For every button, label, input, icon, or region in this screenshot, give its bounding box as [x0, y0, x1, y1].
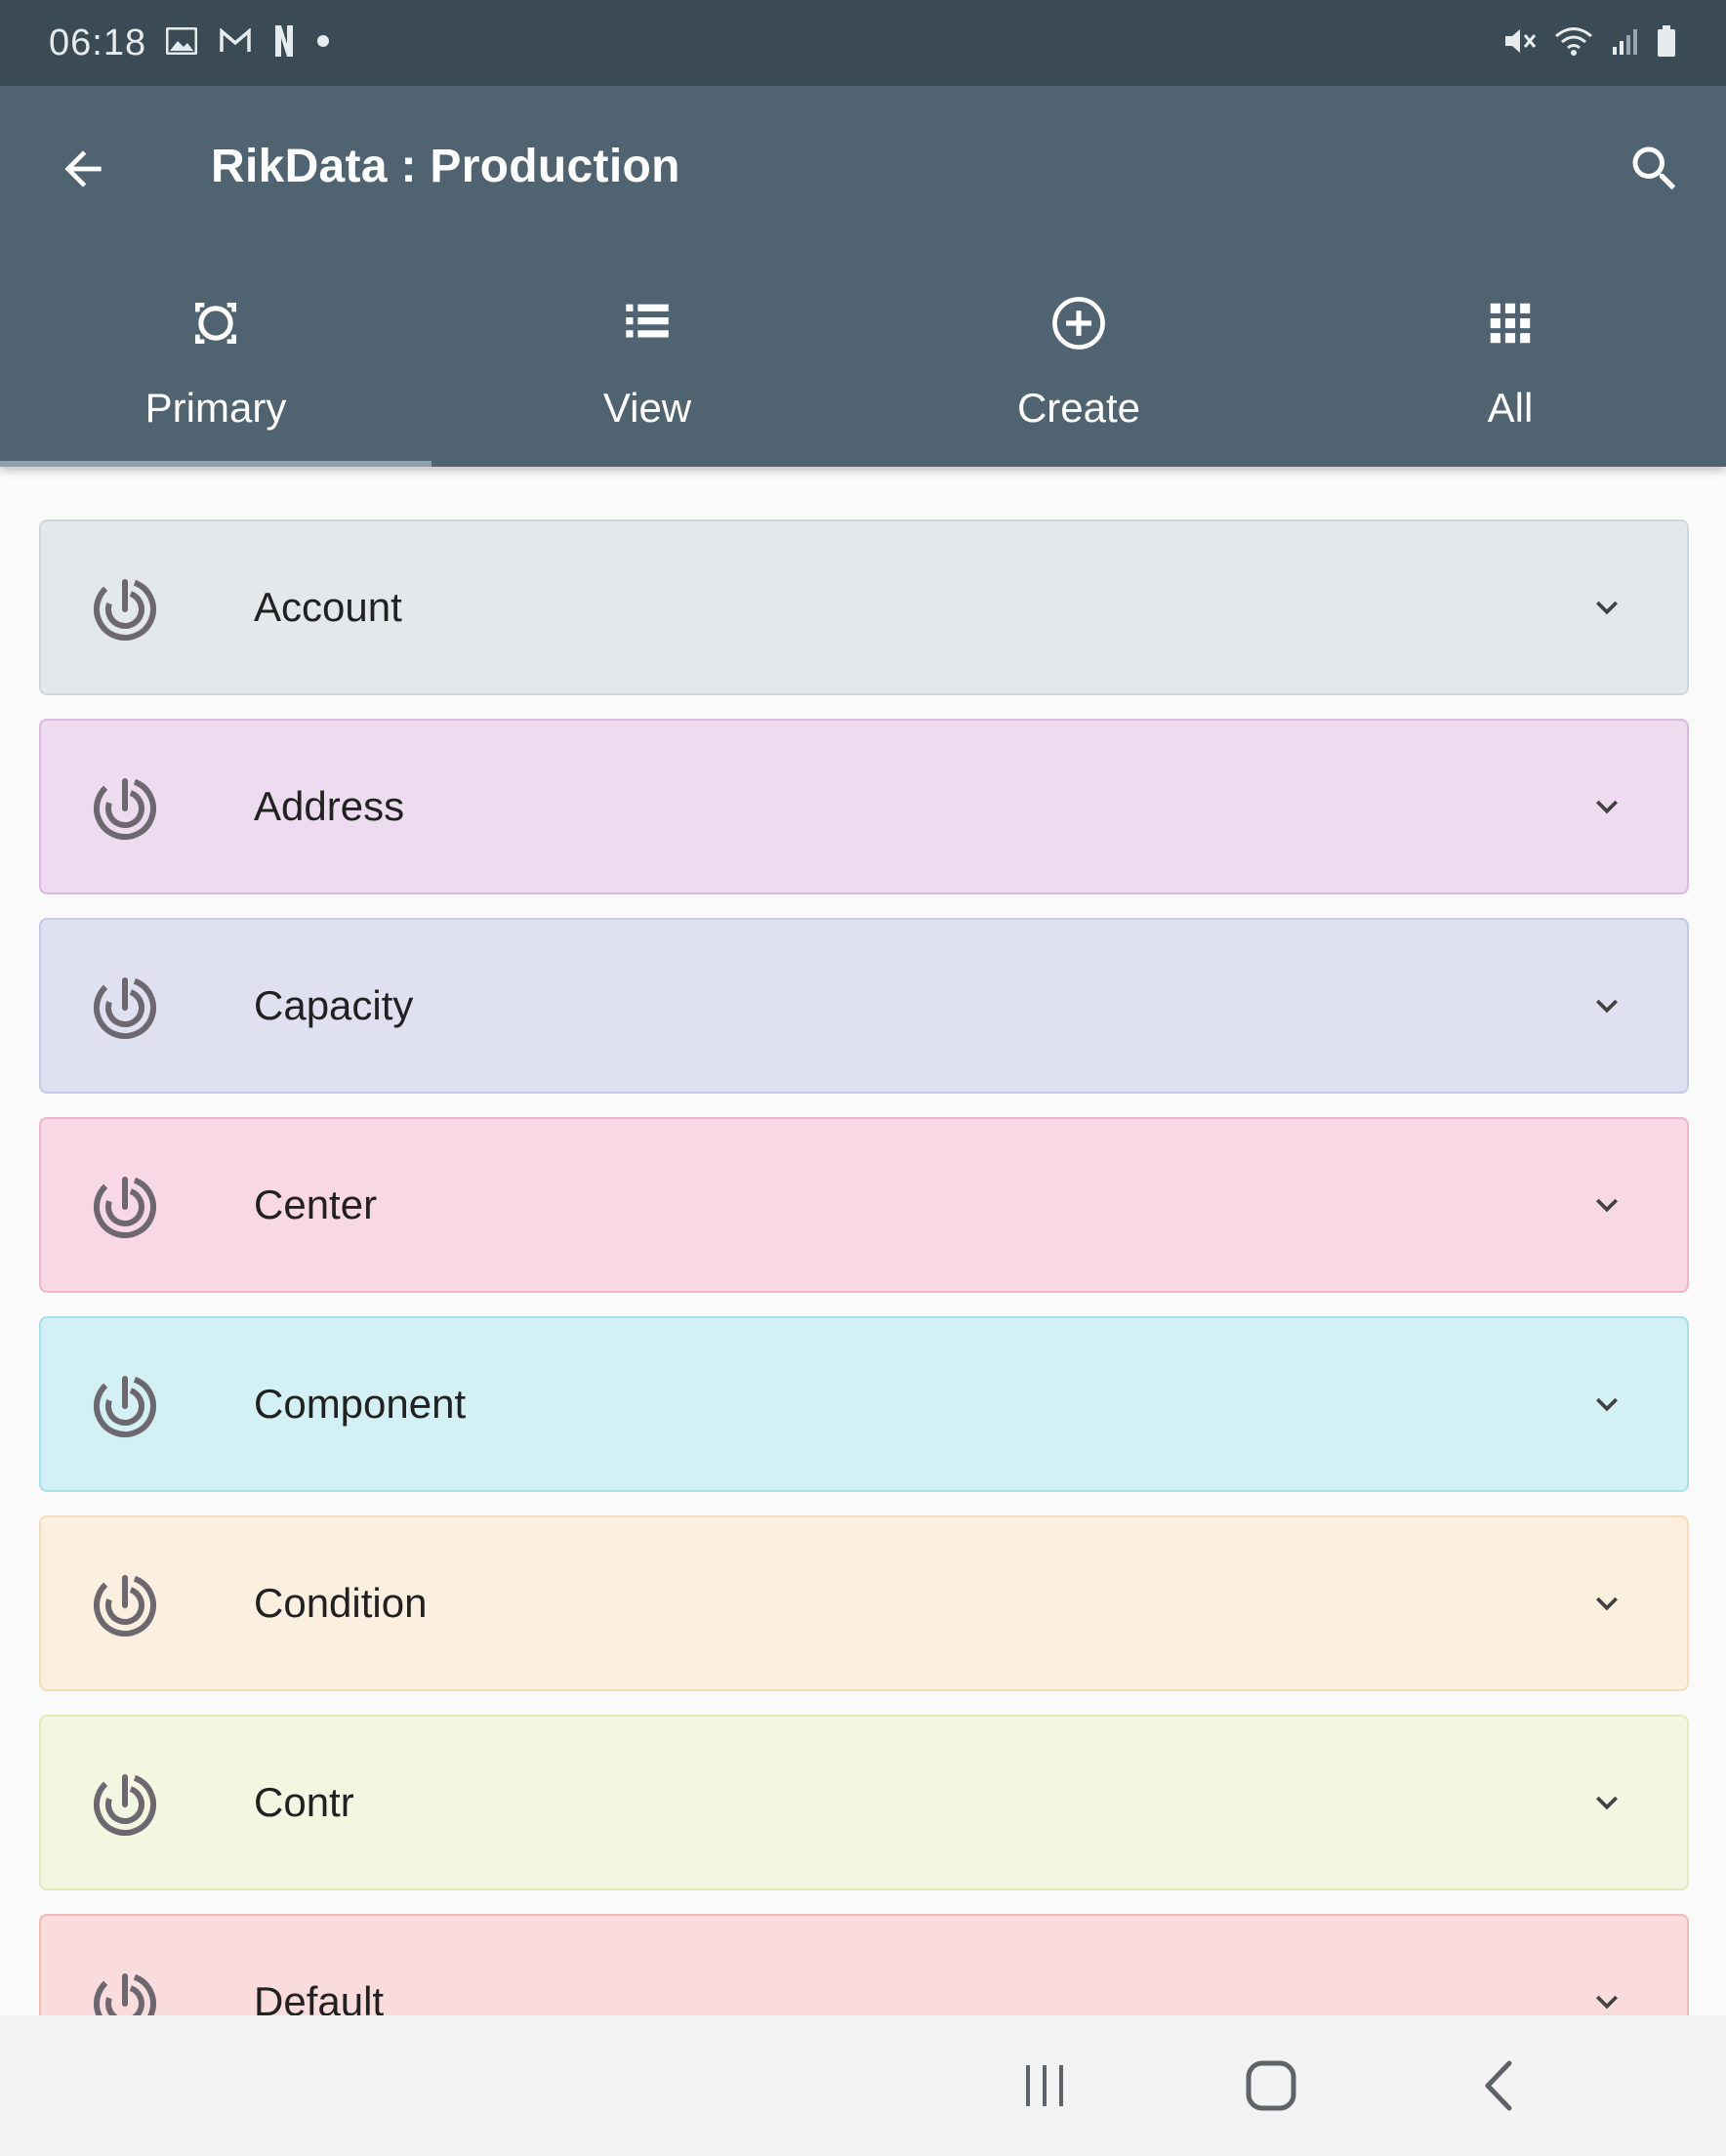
list-item[interactable]: Default [39, 1914, 1689, 2015]
tab-label: All [1487, 385, 1534, 431]
chevron-down-icon[interactable] [1585, 1980, 1628, 2015]
home-button[interactable] [1236, 2051, 1306, 2121]
list-item[interactable]: Contr [39, 1715, 1689, 1890]
wifi-icon [1554, 25, 1593, 62]
list-item[interactable]: Center [39, 1117, 1689, 1293]
dot-icon [316, 34, 330, 53]
list-item[interactable]: Address [39, 719, 1689, 894]
list-icon [626, 304, 669, 338]
target-square-icon [195, 303, 236, 344]
grid-icon [1490, 303, 1531, 344]
list-item[interactable]: Condition [39, 1515, 1689, 1691]
list-item[interactable]: Component [39, 1316, 1689, 1492]
netflix-icon [273, 24, 295, 62]
app-bar: RikData : Production Primary View Create [0, 86, 1726, 467]
tab-label: Primary [144, 385, 287, 431]
battery-icon [1656, 24, 1677, 62]
list-item-label: Center [254, 1182, 378, 1227]
back-chevron-icon [1485, 2060, 1512, 2111]
target-spiral-icon [94, 1176, 156, 1238]
tab-primary[interactable]: Primary [0, 252, 432, 467]
search-button[interactable] [1621, 135, 1689, 203]
recent-apps-button[interactable] [1009, 2051, 1080, 2121]
add-circle-icon [1052, 297, 1105, 350]
chevron-down-icon[interactable] [1585, 1383, 1628, 1426]
list-item-label: Account [254, 584, 402, 630]
list-item-label: Condition [254, 1580, 428, 1626]
entity-list: Account Address Capacity Center Component Con… [39, 519, 1689, 2015]
chevron-down-icon[interactable] [1585, 1582, 1628, 1625]
target-spiral-icon [94, 777, 156, 840]
list-item-label: Contr [254, 1779, 354, 1825]
target-spiral-icon [94, 1972, 156, 2015]
toolbar: RikData : Production [0, 86, 1726, 252]
chevron-down-icon[interactable] [1585, 586, 1628, 629]
chevron-down-icon[interactable] [1585, 785, 1628, 828]
chevron-down-icon[interactable] [1585, 1183, 1628, 1226]
target-spiral-icon [94, 1773, 156, 1836]
back-button[interactable] [49, 135, 117, 203]
gmail-icon [219, 26, 252, 59]
target-spiral-icon [94, 1574, 156, 1637]
tab-selected-indicator [0, 461, 432, 467]
tab-bar: Primary View Create All [0, 252, 1726, 467]
tab-all[interactable]: All [1294, 252, 1726, 467]
chevron-down-icon[interactable] [1585, 1781, 1628, 1824]
mute-icon [1503, 25, 1539, 62]
tab-label: Create [1016, 385, 1141, 431]
search-icon [1632, 146, 1676, 190]
target-spiral-icon [94, 1375, 156, 1437]
system-back-button[interactable] [1464, 2051, 1535, 2121]
target-spiral-icon [94, 976, 156, 1039]
status-time: 06:18 [49, 21, 147, 63]
target-spiral-icon [94, 578, 156, 641]
list-item-label: Component [254, 1381, 467, 1427]
signal-icon [1609, 25, 1640, 62]
tab-label: View [602, 385, 692, 431]
recent-apps-icon [1026, 2065, 1063, 2106]
list-item-label: Capacity [254, 982, 414, 1028]
list-item[interactable]: Account [39, 519, 1689, 695]
system-nav-bar [0, 2015, 1726, 2156]
list-item-label: Default [254, 1978, 385, 2015]
list-item[interactable]: Capacity [39, 918, 1689, 1094]
image-icon [165, 26, 198, 60]
status-bar: 06:18 [0, 0, 1726, 86]
chevron-down-icon[interactable] [1585, 984, 1628, 1027]
tab-view[interactable]: View [432, 252, 863, 467]
arrow-left-icon [64, 150, 102, 187]
list-item-label: Address [254, 783, 405, 829]
page-title: RikData : Production [211, 141, 680, 192]
tab-create[interactable]: Create [863, 252, 1294, 467]
home-icon [1246, 2060, 1296, 2111]
